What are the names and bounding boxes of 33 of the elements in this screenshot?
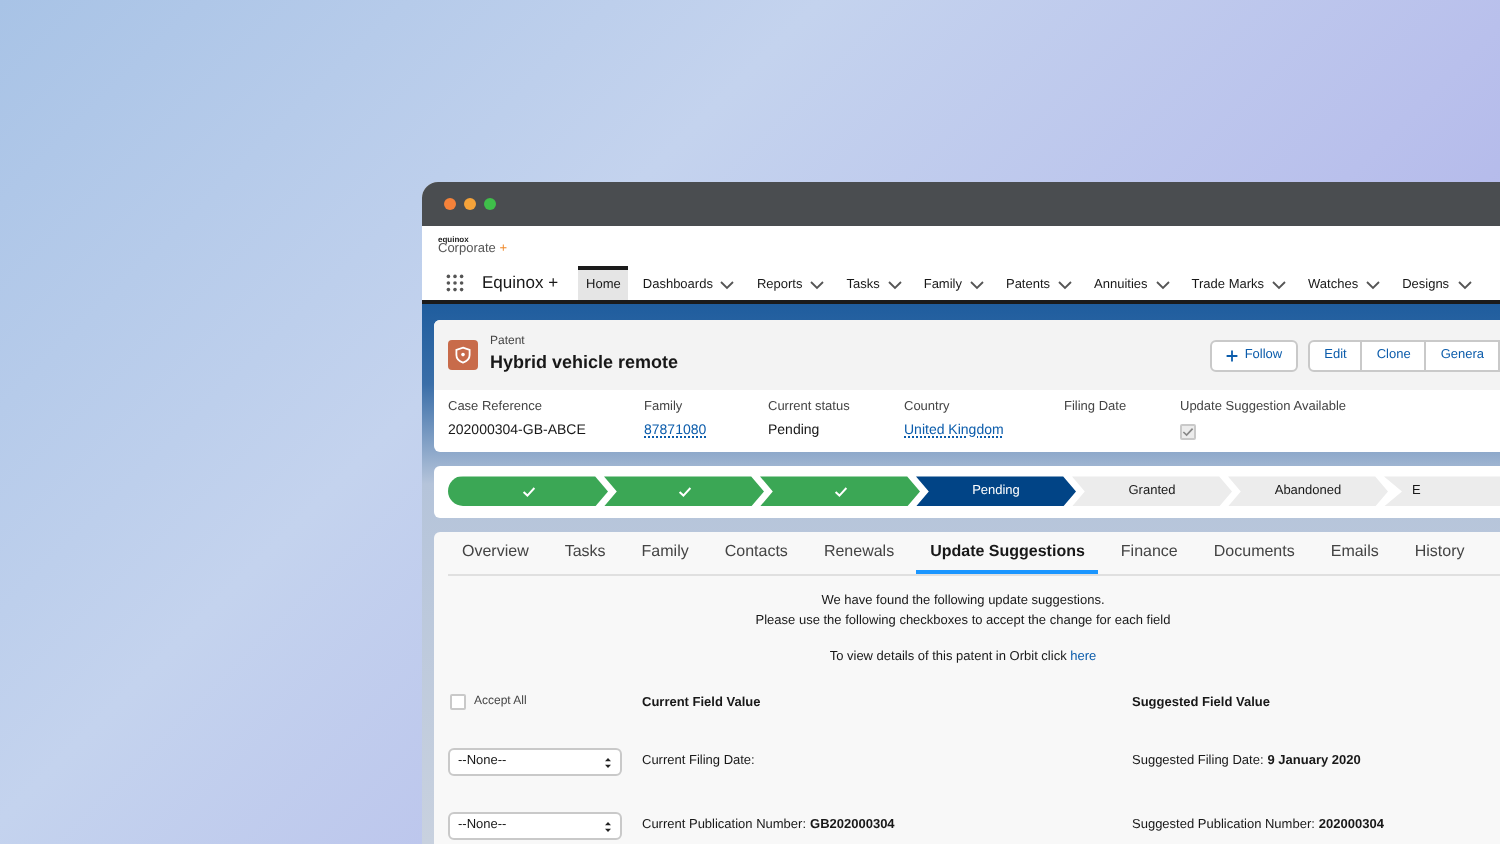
- content-tab[interactable]: Renewals: [809, 539, 909, 574]
- checkmark-icon: [833, 485, 847, 498]
- path-stage[interactable]: [604, 476, 764, 507]
- chevron-down-icon: [1272, 280, 1287, 290]
- record-title: Hybrid vehicle remote: [490, 351, 679, 374]
- chevron-down-icon: [1058, 280, 1073, 290]
- content-tab[interactable]: Emails: [1316, 539, 1393, 574]
- path-stage[interactable]: [448, 476, 608, 507]
- chevron-down-icon: [1155, 280, 1170, 290]
- content-tab[interactable]: Family: [627, 539, 703, 574]
- chevron-down-icon: [887, 280, 902, 290]
- content-tab[interactable]: History: [1400, 539, 1479, 574]
- chevron-down-icon: [810, 280, 825, 290]
- content-tab[interactable]: Overview: [448, 539, 543, 574]
- accept-all-checkbox[interactable]: [450, 694, 466, 711]
- app-name: Equinox +: [482, 270, 559, 296]
- path-stage[interactable]: [760, 476, 920, 507]
- content-tab[interactable]: Update Suggestions: [916, 539, 1099, 574]
- content-tab[interactable]: Finance: [1106, 539, 1192, 574]
- app-launcher-icon[interactable]: [446, 274, 464, 292]
- checkmark-icon: [521, 485, 535, 498]
- chevron-down-icon: [720, 280, 735, 290]
- up-down-arrows-icon: [604, 819, 612, 834]
- plus-icon: [1226, 349, 1239, 361]
- chevron-down-icon: [1366, 280, 1381, 290]
- content-tab[interactable]: Tasks: [550, 539, 620, 574]
- up-down-arrows-icon: [604, 755, 612, 770]
- content-tab[interactable]: Contacts: [710, 539, 802, 574]
- chevron-down-icon: [1457, 280, 1472, 290]
- content-tab[interactable]: Documents: [1199, 539, 1309, 574]
- checkmark-icon: [677, 485, 691, 498]
- patent-icon: [448, 340, 478, 370]
- chevron-down-icon: [969, 280, 984, 290]
